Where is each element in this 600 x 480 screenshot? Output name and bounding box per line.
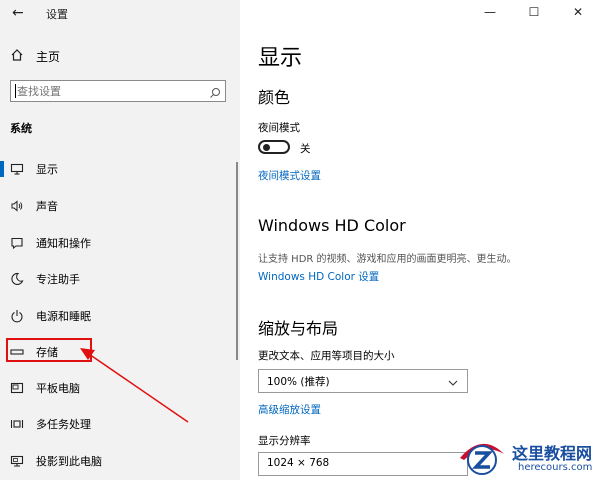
- watermark-title: 这里教程网: [512, 444, 593, 463]
- maximize-icon[interactable]: ☐: [512, 0, 556, 24]
- advanced-scaling-link[interactable]: 高级缩放设置: [258, 402, 321, 417]
- color-heading: 颜色: [258, 88, 291, 107]
- watermark-logo-icon: [460, 443, 504, 475]
- hd-color-description: 让支持 HDR 的视频、游戏和应用的画面更明亮、更生动。: [258, 254, 517, 265]
- scale-value: 100% (推荐): [267, 376, 330, 388]
- hd-color-heading: Windows HD Color: [258, 216, 406, 235]
- hd-color-settings-link[interactable]: Windows HD Color 设置: [258, 269, 379, 284]
- scale-label: 更改文本、应用等项目的大小: [258, 350, 395, 362]
- watermark-url: herecours.com: [518, 462, 593, 473]
- resolution-value: 1024 × 768: [267, 457, 330, 469]
- night-mode-settings-link[interactable]: 夜间模式设置: [258, 168, 321, 183]
- night-mode-toggle[interactable]: [258, 140, 290, 154]
- watermark: 这里教程网 herecours.com: [454, 436, 600, 480]
- night-mode-label: 夜间模式: [258, 122, 300, 134]
- resolution-label: 显示分辨率: [258, 435, 311, 447]
- minimize-icon[interactable]: —: [468, 0, 512, 24]
- toggle-knob: [263, 144, 270, 151]
- window-controls: — ☐ ✕: [468, 0, 600, 28]
- resolution-dropdown[interactable]: 1024 × 768: [258, 452, 468, 476]
- scale-layout-heading: 缩放与布局: [258, 319, 339, 338]
- night-mode-toggle-state: 关: [300, 143, 311, 155]
- scale-dropdown[interactable]: 100% (推荐): [258, 369, 468, 393]
- chevron-down-icon: [447, 374, 459, 393]
- close-icon[interactable]: ✕: [556, 0, 600, 24]
- page-title: 显示: [258, 46, 303, 71]
